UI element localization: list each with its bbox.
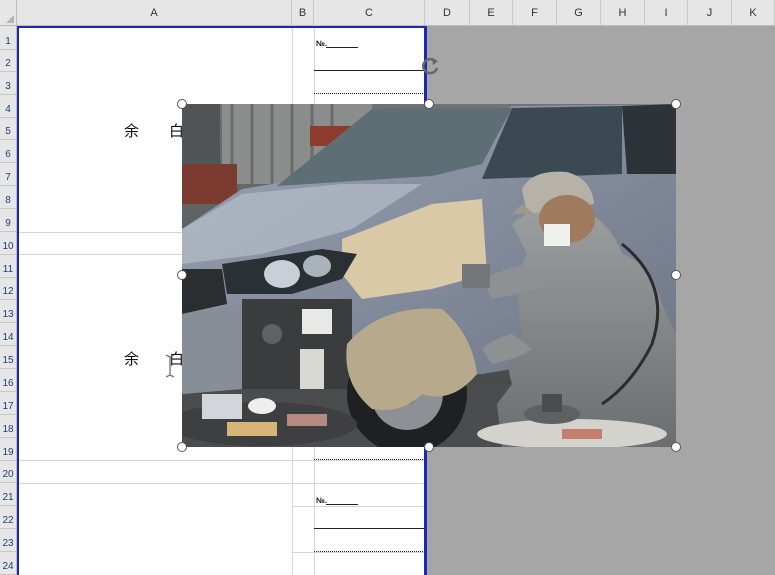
column-header-b[interactable]: B bbox=[292, 0, 314, 26]
resize-handle-bottom[interactable] bbox=[424, 442, 434, 452]
row-header-3[interactable]: 3 bbox=[0, 72, 17, 95]
row-header-19[interactable]: 19 bbox=[0, 438, 17, 461]
rotate-handle-icon[interactable] bbox=[419, 56, 441, 78]
row-header-9[interactable]: 9 bbox=[0, 209, 17, 232]
row-header-15[interactable]: 15 bbox=[0, 346, 17, 369]
column-header-h[interactable]: H bbox=[601, 0, 645, 26]
row-header-23[interactable]: 23 bbox=[0, 529, 17, 552]
gridline-row bbox=[17, 483, 425, 484]
column-header-c[interactable]: C bbox=[314, 0, 425, 26]
cell-c2-underline bbox=[314, 70, 425, 71]
column-header-g[interactable]: G bbox=[557, 0, 601, 26]
row-header-20[interactable]: 20 bbox=[0, 461, 17, 483]
row-header-10[interactable]: 10 bbox=[0, 232, 17, 255]
column-header-e[interactable]: E bbox=[470, 0, 513, 26]
row-header-1[interactable]: 1 bbox=[0, 26, 17, 50]
row-header-16[interactable]: 16 bbox=[0, 369, 17, 392]
gridline-row bbox=[17, 460, 425, 461]
resize-handle-top[interactable] bbox=[424, 99, 434, 109]
row-header-13[interactable]: 13 bbox=[0, 300, 17, 323]
column-header-a[interactable]: A bbox=[17, 0, 292, 26]
number-underline bbox=[326, 47, 358, 48]
row-header-24[interactable]: 24 bbox=[0, 552, 17, 575]
text-cursor-icon bbox=[164, 354, 176, 378]
gridline-row bbox=[292, 506, 425, 507]
resize-handle-top-right[interactable] bbox=[671, 99, 681, 109]
page-break-left bbox=[17, 26, 19, 575]
row-header-2[interactable]: 2 bbox=[0, 50, 17, 72]
car-bodywork-photo[interactable] bbox=[182, 104, 676, 447]
row-header-5[interactable]: 5 bbox=[0, 118, 17, 140]
resize-handle-bottom-right[interactable] bbox=[671, 442, 681, 452]
row-header-6[interactable]: 6 bbox=[0, 140, 17, 163]
resize-handle-right[interactable] bbox=[671, 270, 681, 280]
select-all-corner[interactable] bbox=[0, 0, 17, 26]
cell-c23-dotted-line bbox=[314, 551, 425, 552]
cell-c22-underline bbox=[314, 528, 425, 529]
row-header-7[interactable]: 7 bbox=[0, 163, 17, 186]
row-header-18[interactable]: 18 bbox=[0, 415, 17, 438]
row-header-14[interactable]: 14 bbox=[0, 323, 17, 346]
row-header-12[interactable]: 12 bbox=[0, 278, 17, 300]
resize-handle-left[interactable] bbox=[177, 270, 187, 280]
cell-c3-dotted-line bbox=[314, 93, 425, 94]
page-break-top bbox=[17, 26, 427, 28]
column-header-d[interactable]: D bbox=[425, 0, 470, 26]
row-header-17[interactable]: 17 bbox=[0, 392, 17, 415]
resize-handle-bottom-left[interactable] bbox=[177, 442, 187, 452]
column-header-k[interactable]: K bbox=[732, 0, 775, 26]
cell-c19-dotted-line bbox=[314, 459, 425, 460]
row-header-8[interactable]: 8 bbox=[0, 186, 17, 209]
number-underline bbox=[326, 504, 358, 505]
column-header-f[interactable]: F bbox=[513, 0, 557, 26]
column-header-i[interactable]: I bbox=[645, 0, 688, 26]
row-header-4[interactable]: 4 bbox=[0, 95, 17, 118]
gridline-row bbox=[292, 552, 425, 553]
resize-handle-top-left[interactable] bbox=[177, 99, 187, 109]
row-header-21[interactable]: 21 bbox=[0, 483, 17, 506]
row-header-22[interactable]: 22 bbox=[0, 506, 17, 529]
row-header-11[interactable]: 11 bbox=[0, 255, 17, 278]
column-header-j[interactable]: J bbox=[688, 0, 732, 26]
cell-a5-yohaku[interactable]: 余 白 bbox=[124, 120, 184, 141]
